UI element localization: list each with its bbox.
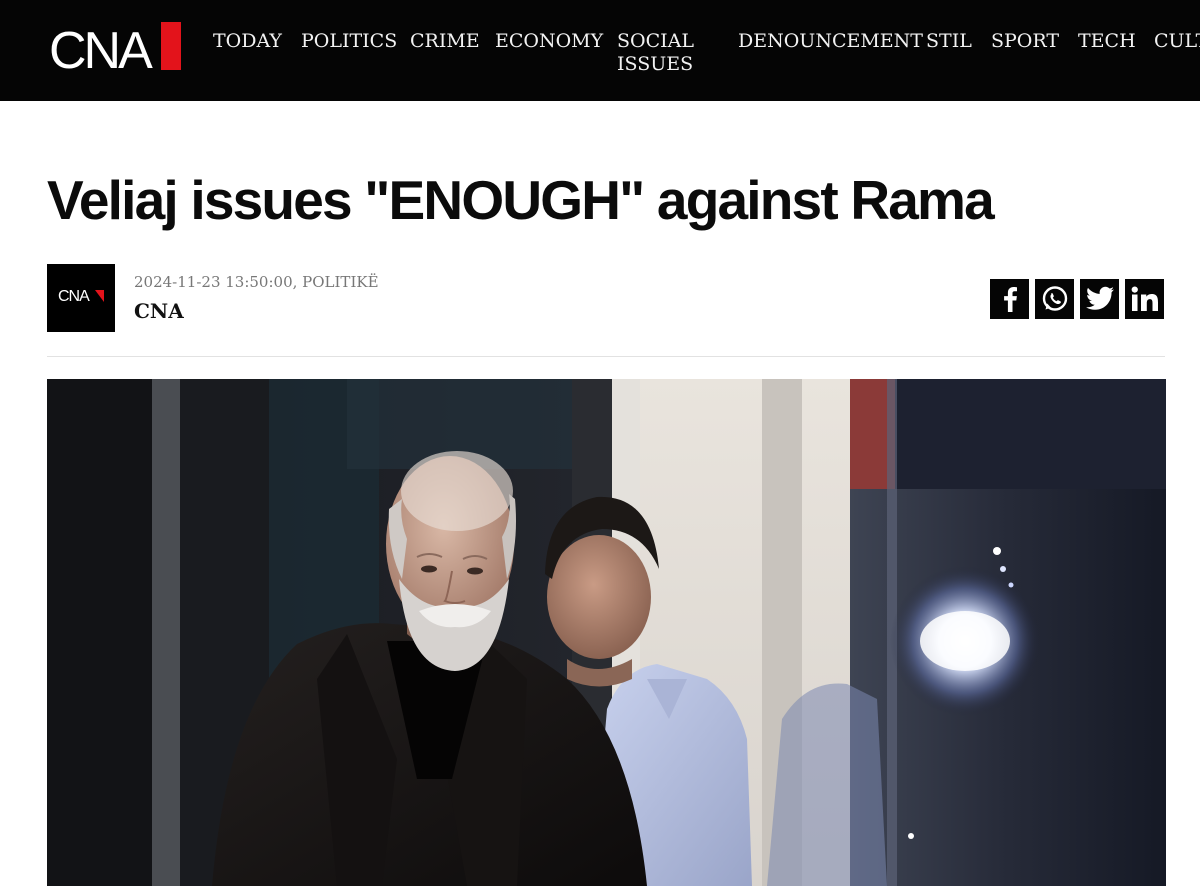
twitter-icon bbox=[1085, 286, 1114, 310]
nav-item-denouncement[interactable]: DENOUNCEMENT bbox=[738, 30, 923, 53]
nav-item-stil[interactable]: STIL bbox=[926, 30, 972, 53]
logo-red-mark bbox=[161, 22, 181, 70]
share-facebook-button[interactable] bbox=[990, 279, 1029, 319]
article-title: Veliaj issues "ENOUGH" against Rama bbox=[47, 169, 995, 231]
article-author[interactable]: CNA bbox=[134, 299, 184, 323]
linkedin-icon bbox=[1131, 286, 1158, 311]
facebook-icon bbox=[1003, 287, 1017, 312]
nav-item-culture[interactable]: CULT bbox=[1154, 30, 1200, 53]
article-date-category: 2024-11-23 13:50:00, POLITIKË bbox=[134, 273, 379, 291]
nav-item-today[interactable]: TODAY bbox=[213, 30, 282, 53]
nav-item-economy[interactable]: ECONOMY bbox=[495, 30, 603, 53]
nav-item-tech[interactable]: TECH bbox=[1078, 30, 1136, 53]
meta-divider bbox=[47, 356, 1165, 357]
nav-item-politics[interactable]: POLITICS bbox=[301, 30, 397, 53]
nav-item-social-issues[interactable]: SOCIAL ISSUES bbox=[617, 30, 707, 76]
nav-item-sport[interactable]: SPORT bbox=[991, 30, 1059, 53]
site-header: CNA TODAY POLITICS CRIME ECONOMY SOCIAL … bbox=[0, 0, 1200, 101]
article-hero-image bbox=[47, 379, 1166, 886]
hero-photo-illustration bbox=[47, 379, 1166, 886]
share-twitter-button[interactable] bbox=[1080, 279, 1119, 319]
avatar-logo-text: CNA bbox=[58, 288, 90, 305]
logo-text: CNA bbox=[49, 22, 153, 80]
author-avatar[interactable]: CNA bbox=[47, 264, 115, 332]
share-linkedin-button[interactable] bbox=[1125, 279, 1164, 319]
nav-item-crime[interactable]: CRIME bbox=[410, 30, 480, 53]
avatar-red-mark bbox=[95, 290, 104, 302]
whatsapp-icon bbox=[1042, 286, 1067, 311]
share-whatsapp-button[interactable] bbox=[1035, 279, 1074, 319]
site-logo[interactable]: CNA bbox=[49, 22, 181, 78]
